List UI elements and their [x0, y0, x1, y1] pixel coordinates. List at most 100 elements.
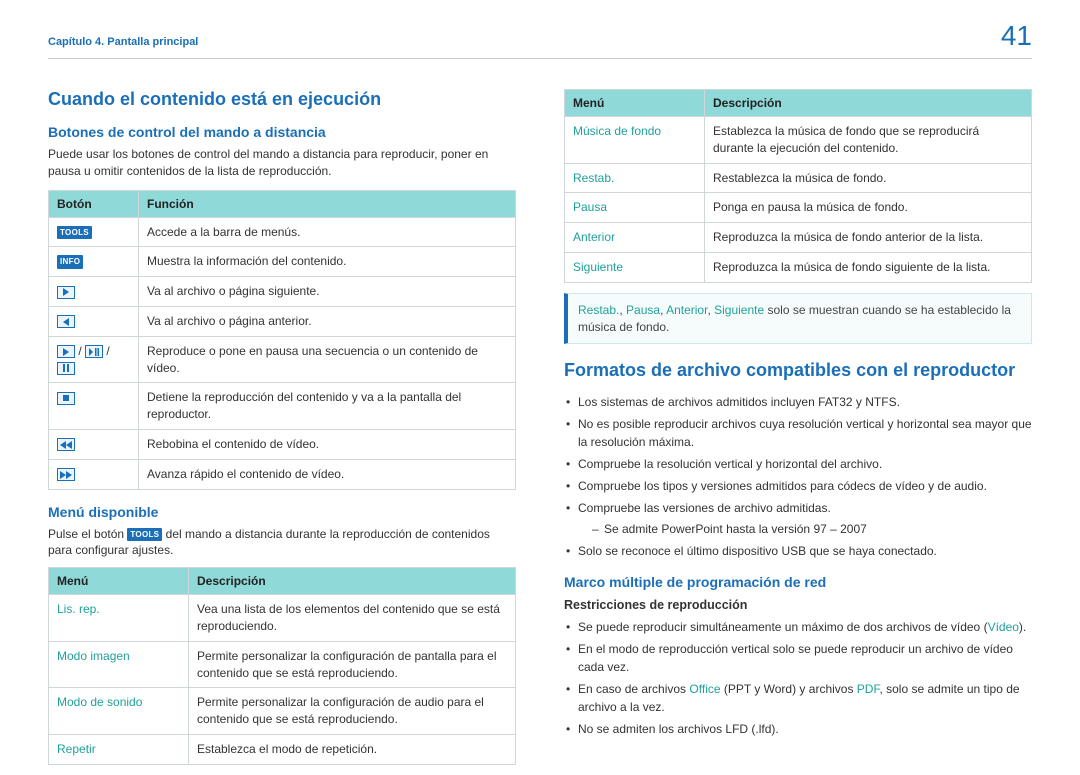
play-icon — [57, 345, 75, 358]
table-row: Siguiente Reproduzca la música de fondo … — [565, 252, 1032, 282]
menu-name: Anterior — [565, 223, 705, 253]
menu-table-head-menu: Menú — [49, 568, 189, 595]
cell-desc: Rebobina el contenido de vídeo. — [139, 429, 516, 459]
menu-table-left: Menú Descripción Lis. rep. Vea una lista… — [48, 567, 516, 765]
list-item: Se puede reproducir simultáneamente un m… — [564, 618, 1032, 636]
table-row: Restab. Restablezca la música de fondo. — [565, 163, 1032, 193]
kw: Restab. — [578, 303, 619, 317]
right-column: Menú Descripción Música de fondo Estable… — [564, 89, 1032, 775]
cell-desc: Va al archivo o página anterior. — [139, 306, 516, 336]
table-row: Modo imagen Permite personalizar la conf… — [49, 641, 516, 688]
table-row: Modo de sonido Permite personalizar la c… — [49, 688, 516, 735]
tools-icon: TOOLS — [127, 528, 162, 541]
cell-desc: Accede a la barra de menús. — [139, 217, 516, 247]
list-item: Compruebe los tipos y versiones admitido… — [564, 477, 1032, 495]
kw-pdf: PDF — [857, 682, 880, 696]
table-row: Repetir Establezca el modo de repetición… — [49, 734, 516, 764]
kw: Pausa — [626, 303, 660, 317]
section-heading: Cuando el contenido está en ejecución — [48, 89, 516, 110]
chapter-label: Capítulo 4. Pantalla principal — [48, 36, 198, 48]
kw-office: Office — [689, 682, 720, 696]
table-row: TOOLS Accede a la barra de menús. — [49, 217, 516, 247]
menu-table2-head-desc: Descripción — [705, 90, 1032, 117]
section-heading-formats: Formatos de archivo compatibles con el r… — [564, 360, 1032, 381]
page-header: Capítulo 4. Pantalla principal 41 — [48, 20, 1032, 59]
rewind-icon — [57, 438, 75, 451]
text: (PPT y Word) y archivos — [721, 682, 857, 696]
table-row: Avanza rápido el contenido de vídeo. — [49, 459, 516, 489]
prev-icon — [57, 315, 75, 328]
menu-name: Repetir — [49, 734, 189, 764]
menu-table-right: Menú Descripción Música de fondo Estable… — [564, 89, 1032, 283]
table-row: Pausa Ponga en pausa la música de fondo. — [565, 193, 1032, 223]
cell-desc: Reproduzca la música de fondo anterior d… — [705, 223, 1032, 253]
cell-desc: Reproduzca la música de fondo siguiente … — [705, 252, 1032, 282]
menu-name: Modo imagen — [49, 641, 189, 688]
list-item: Compruebe las versiones de archivo admit… — [564, 499, 1032, 538]
cell-desc: Permite personalizar la configuración de… — [189, 641, 516, 688]
cell-desc: Restablezca la música de fondo. — [705, 163, 1032, 193]
list-item: En el modo de reproducción vertical solo… — [564, 640, 1032, 676]
table-row: Va al archivo o página siguiente. — [49, 277, 516, 307]
cell-desc: Reproduce o pone en pausa una secuencia … — [139, 336, 516, 383]
cell-desc: Detiene la reproducción del contenido y … — [139, 383, 516, 430]
buttons-table: Botón Función TOOLS Accede a la barra de… — [48, 190, 516, 490]
table-row: Va al archivo o página anterior. — [49, 306, 516, 336]
next-icon — [57, 286, 75, 299]
list-item: Los sistemas de archivos admitidos inclu… — [564, 393, 1032, 411]
list-item: No es posible reproducir archivos cuya r… — [564, 415, 1032, 451]
text: Se puede reproducir simultáneamente un m… — [578, 620, 988, 634]
kw: Siguiente — [714, 303, 764, 317]
kw-video: Vídeo — [988, 620, 1019, 634]
menu-name: Pausa — [565, 193, 705, 223]
buttons-table-head-btn: Botón — [49, 190, 139, 217]
text: Compruebe las versiones de archivo admit… — [578, 501, 831, 515]
cell-desc: Va al archivo o página siguiente. — [139, 277, 516, 307]
subsubheading-restrictions: Restricciones de reproducción — [564, 598, 1032, 612]
menu-name: Modo de sonido — [49, 688, 189, 735]
info-icon: INFO — [57, 255, 83, 268]
cell-desc: Avanza rápido el contenido de vídeo. — [139, 459, 516, 489]
formats-bullets: Los sistemas de archivos admitidos inclu… — [564, 393, 1032, 560]
text: En caso de archivos — [578, 682, 689, 696]
table-row: Lis. rep. Vea una lista de los elementos… — [49, 595, 516, 642]
table-row: / / Reproduce o pone en pausa una secuen… — [49, 336, 516, 383]
page-number: 41 — [1001, 20, 1032, 52]
cell-desc: Establezca la música de fondo que se rep… — [705, 117, 1032, 164]
ffwd-icon — [57, 468, 75, 481]
stop-icon — [57, 392, 75, 405]
list-item: No se admiten los archivos LFD (.lfd). — [564, 720, 1032, 738]
cell-desc: Muestra la información del contenido. — [139, 247, 516, 277]
text: ). — [1019, 620, 1026, 634]
menu-name: Música de fondo — [565, 117, 705, 164]
tools-icon: TOOLS — [57, 226, 92, 239]
table-row: Anterior Reproduzca la música de fondo a… — [565, 223, 1032, 253]
cell-desc: Ponga en pausa la música de fondo. — [705, 193, 1032, 223]
menu-name: Lis. rep. — [49, 595, 189, 642]
pause-icon — [57, 362, 75, 375]
list-item: Solo se reconoce el último dispositivo U… — [564, 542, 1032, 560]
playpause-icon — [85, 345, 103, 358]
cell-desc: Vea una lista de los elementos del conte… — [189, 595, 516, 642]
list-item: En caso de archivos Office (PPT y Word) … — [564, 680, 1032, 716]
subheading-remote-buttons: Botones de control del mando a distancia — [48, 124, 516, 140]
cell-desc: Establezca el modo de repetición. — [189, 734, 516, 764]
subheading-menu: Menú disponible — [48, 504, 516, 520]
content-columns: Cuando el contenido está en ejecución Bo… — [48, 89, 1032, 775]
menu-name: Siguiente — [565, 252, 705, 282]
kw: Anterior — [666, 303, 707, 317]
table-row: Detiene la reproducción del contenido y … — [49, 383, 516, 430]
menu-table-head-desc: Descripción — [189, 568, 516, 595]
restrictions-bullets: Se puede reproducir simultáneamente un m… — [564, 618, 1032, 738]
table-row: Rebobina el contenido de vídeo. — [49, 429, 516, 459]
left-column: Cuando el contenido está en ejecución Bo… — [48, 89, 516, 775]
callout-note: Restab., Pausa, Anterior, Siguiente solo… — [564, 293, 1032, 345]
remote-buttons-intro: Puede usar los botones de control del ma… — [48, 146, 516, 180]
buttons-table-head-func: Función — [139, 190, 516, 217]
table-row: INFO Muestra la información del contenid… — [49, 247, 516, 277]
sub-list-item: Se admite PowerPoint hasta la versión 97… — [592, 520, 1032, 538]
text: Pulse el botón — [48, 527, 127, 541]
subheading-marco: Marco múltiple de programación de red — [564, 574, 1032, 590]
menu-name: Restab. — [565, 163, 705, 193]
cell-desc: Permite personalizar la configuración de… — [189, 688, 516, 735]
